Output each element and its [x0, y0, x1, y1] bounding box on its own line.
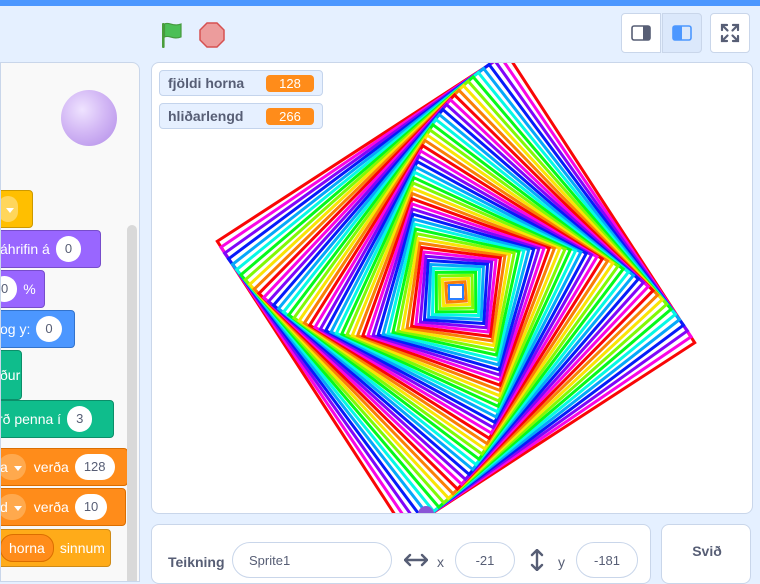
- sprite-info-pane: Teikning Sprite1 x -21 y -181: [151, 524, 651, 584]
- menu-bar-edge: [0, 0, 760, 6]
- pen-size-input[interactable]: 3: [67, 406, 93, 432]
- pen-size-label: rð penna í: [0, 411, 62, 427]
- normal-stage-button[interactable]: [662, 13, 702, 53]
- x-position-input[interactable]: -21: [455, 542, 515, 578]
- fullscreen-icon: [720, 23, 740, 43]
- pen-block[interactable]: ður: [0, 350, 22, 400]
- go-to-y-label: og y:: [0, 321, 31, 337]
- looks-category-icon[interactable]: [61, 90, 117, 146]
- y-label: y: [558, 554, 565, 570]
- normal-stage-icon: [672, 25, 692, 41]
- set-pen-size-block[interactable]: rð penna í 3: [0, 400, 114, 438]
- repeat-count-reporter[interactable]: horna: [1, 534, 54, 562]
- move-vertical-icon: [530, 549, 544, 571]
- repeat-label: sinnum: [59, 540, 105, 556]
- variable-dropdown-1[interactable]: a: [1, 454, 26, 480]
- y-position-input[interactable]: -181: [576, 542, 638, 578]
- set-size-block[interactable]: 0 %: [1, 270, 45, 308]
- stage-selector-label: Svið: [692, 543, 722, 559]
- block-palette: áhrifin á 0 0 % og y: 0 ður rð penna í 3…: [0, 62, 140, 582]
- repeat-block[interactable]: horna sinnum: [1, 529, 111, 567]
- pen-block-label: ður: [0, 367, 21, 383]
- sprite-label: Teikning: [168, 554, 225, 570]
- effect-value-input[interactable]: 0: [55, 236, 82, 262]
- sprite-costume[interactable]: [448, 284, 464, 300]
- variable-monitor-corners[interactable]: fjöldi horna 128: [159, 70, 323, 96]
- sprite-name-input[interactable]: Sprite1: [232, 542, 392, 578]
- set-variable-label-2: verða: [33, 499, 69, 515]
- small-stage-button[interactable]: [621, 13, 661, 53]
- variable-value-input-2[interactable]: 10: [74, 494, 108, 520]
- small-stage-icon: [631, 25, 651, 41]
- fullscreen-button[interactable]: [710, 13, 750, 53]
- set-variable-label-1: verða: [33, 459, 69, 475]
- stage[interactable]: fjöldi horna 128 hliðarlengd 266: [151, 62, 753, 514]
- monitor-value-corners: 128: [266, 74, 314, 92]
- event-dropdown[interactable]: [1, 196, 18, 222]
- stop-icon[interactable]: [197, 20, 227, 50]
- monitor-value-side-length: 266: [266, 107, 314, 125]
- stage-selector[interactable]: Svið: [661, 524, 751, 584]
- green-flag-icon[interactable]: [157, 20, 187, 50]
- variable-monitor-side-length[interactable]: hliðarlengd 266: [159, 103, 323, 129]
- go-to-y-input[interactable]: 0: [36, 316, 62, 342]
- size-unit-label: %: [23, 281, 36, 297]
- size-value-input[interactable]: 0: [1, 276, 18, 302]
- variable-dropdown-2[interactable]: d: [1, 494, 26, 520]
- event-block[interactable]: [1, 190, 33, 228]
- set-variable-block-1[interactable]: a verða 128: [1, 448, 128, 486]
- monitor-label-side-length: hliðarlengd: [168, 108, 244, 124]
- set-effect-label: áhrifin á: [0, 241, 50, 257]
- palette-scrollbar[interactable]: [127, 225, 137, 581]
- variable-value-input-1[interactable]: 128: [74, 454, 115, 480]
- set-variable-block-2[interactable]: d verða 10: [1, 488, 126, 526]
- pen-drawing: [215, 63, 697, 513]
- monitor-label-corners: fjöldi horna: [168, 75, 245, 91]
- x-label: x: [437, 554, 444, 570]
- go-to-xy-block[interactable]: og y: 0: [0, 310, 75, 348]
- set-effect-block[interactable]: áhrifin á 0: [0, 230, 101, 268]
- move-horizontal-icon: [404, 553, 428, 567]
